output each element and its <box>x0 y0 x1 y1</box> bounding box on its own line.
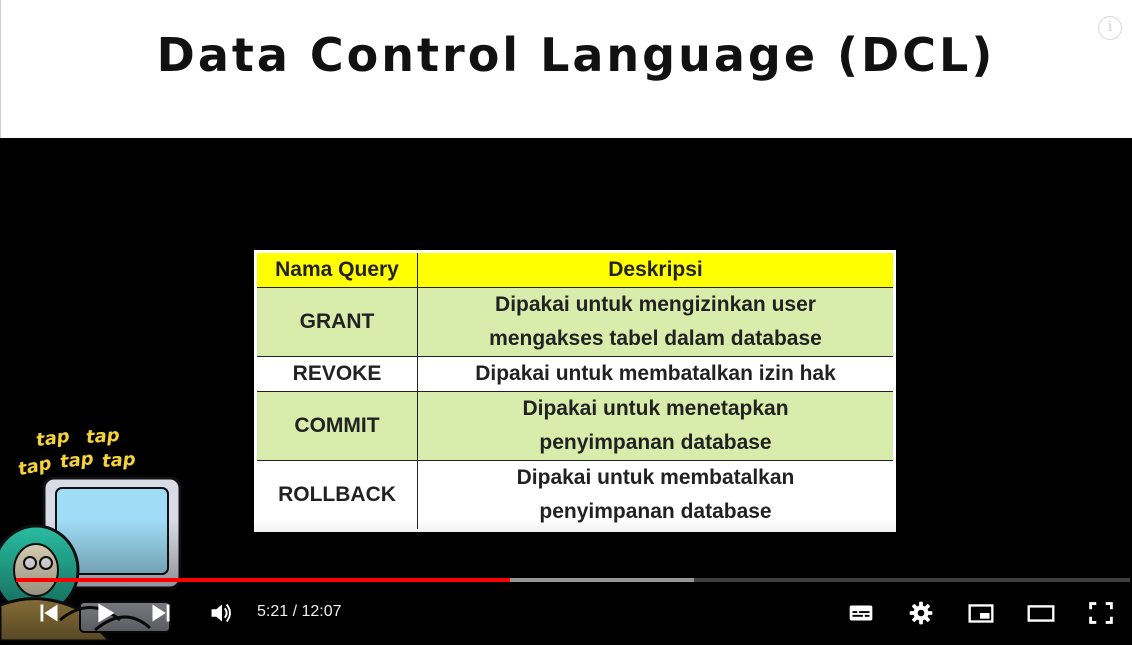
description-line: Dipakai untuk membatalkan izin hak <box>475 362 836 385</box>
current-time: 5:21 <box>257 603 289 620</box>
query-description: Dipakai untuk mengizinkan user mengakses… <box>417 287 895 357</box>
progress-bar[interactable] <box>16 578 1130 582</box>
table-row: COMMIT Dipakai untuk menetapkan penyimpa… <box>255 391 895 461</box>
duration: 12:07 <box>301 603 342 620</box>
slide-title: Data Control Language (DCL) <box>156 28 996 82</box>
miniplayer-button[interactable] <box>964 596 998 630</box>
skip-previous-icon <box>40 604 58 622</box>
tap-word: tap <box>101 448 137 473</box>
description-line: Dipakai untuk membatalkan <box>516 466 795 489</box>
dcl-table: Nama Query Deskripsi GRANT Dipakai untuk… <box>254 250 896 532</box>
tap-word: tap <box>58 448 95 473</box>
next-button[interactable] <box>144 596 178 630</box>
query-name: COMMIT <box>255 391 418 461</box>
time-separator: / <box>288 603 302 620</box>
progress-played <box>16 578 510 582</box>
slide-title-band: Data Control Language (DCL) i <box>0 0 1132 138</box>
fullscreen-icon <box>1089 602 1113 624</box>
table-row: REVOKE Dipakai untuk membatalkan izin ha… <box>255 356 895 392</box>
header-deskripsi: Deskripsi <box>417 251 895 288</box>
table-row: GRANT Dipakai untuk mengizinkan user men… <box>255 287 895 357</box>
description-line: penyimpanan database <box>539 431 772 454</box>
previous-button[interactable] <box>32 596 66 630</box>
theater-mode-icon <box>1027 605 1055 622</box>
subtitles-button[interactable] <box>844 596 878 630</box>
fullscreen-button[interactable] <box>1084 596 1118 630</box>
header-nama-query: Nama Query <box>255 251 418 288</box>
volume-button[interactable] <box>204 596 238 630</box>
description-line: mengakses tabel dalam database <box>489 327 822 350</box>
query-name: REVOKE <box>255 356 418 392</box>
settings-button[interactable] <box>904 596 938 630</box>
query-description: Dipakai untuk membatalkan izin hak <box>417 356 895 392</box>
query-description: Dipakai untuk menetapkan penyimpanan dat… <box>417 391 895 461</box>
theater-mode-button[interactable] <box>1024 596 1058 630</box>
query-name: GRANT <box>255 287 418 357</box>
miniplayer-icon <box>968 604 994 623</box>
gear-icon <box>909 601 933 625</box>
description-line: Dipakai untuk mengizinkan user <box>495 293 816 316</box>
info-icon[interactable]: i <box>1098 16 1122 40</box>
description-line: Dipakai untuk menetapkan <box>522 397 789 420</box>
play-button[interactable] <box>88 596 122 630</box>
tap-word: tap <box>85 424 121 449</box>
volume-icon <box>211 603 231 623</box>
table-header-row: Nama Query Deskripsi <box>255 251 895 288</box>
time-display: 5:21 / 12:07 <box>257 603 342 621</box>
subtitles-icon <box>849 605 873 621</box>
play-icon <box>98 603 115 623</box>
skip-next-icon <box>152 604 170 622</box>
